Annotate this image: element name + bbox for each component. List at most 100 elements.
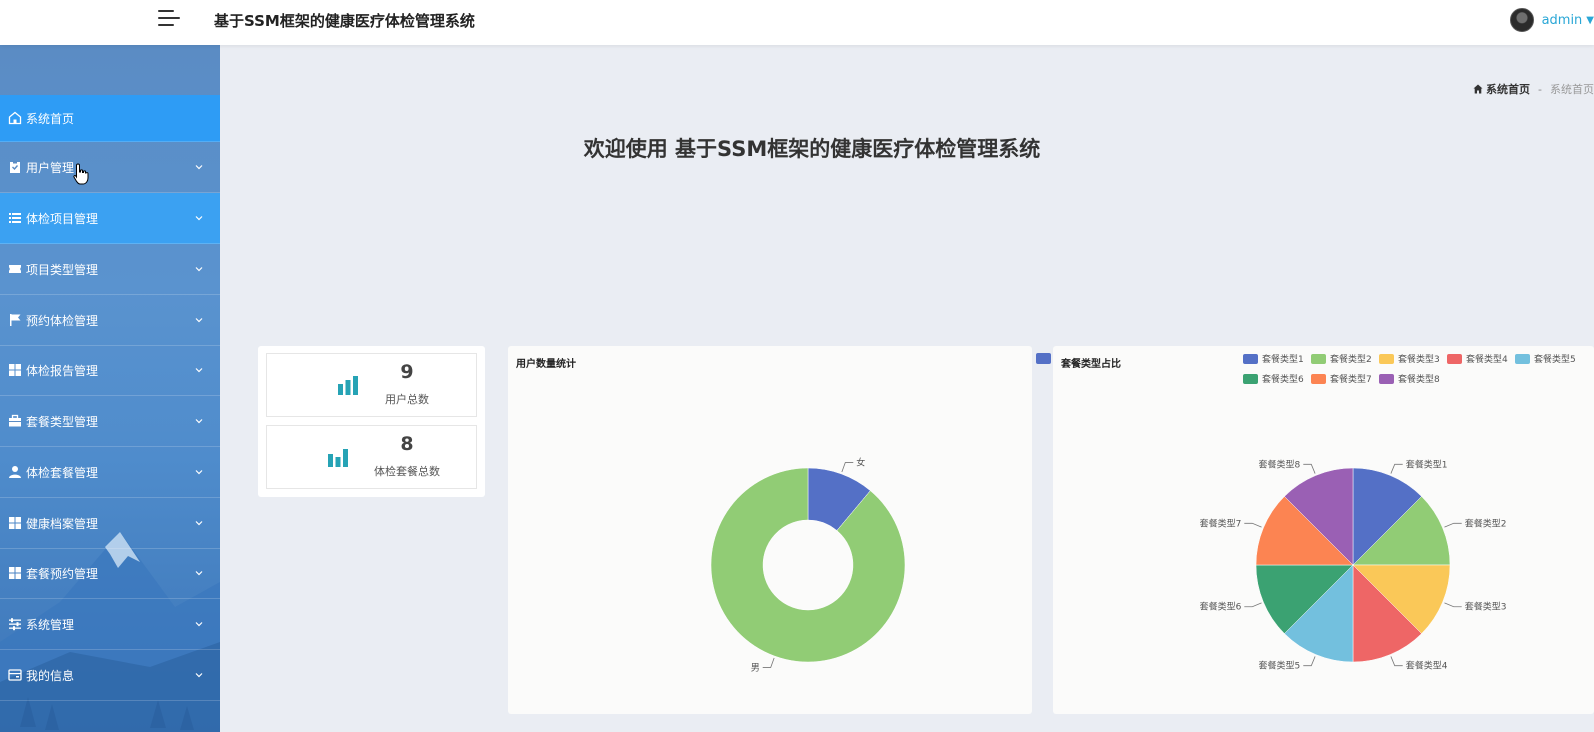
breadcrumb-current: 系统首页 <box>1550 83 1594 96</box>
user-icon <box>8 465 22 479</box>
package-type-label-line <box>1444 522 1462 528</box>
package-type-pie-chart: 套餐类型1 套餐类型2 套餐类型3 套餐类型4 套餐类型5 套餐类型6 套餐类型7 套餐类型8 <box>1200 458 1507 672</box>
sidebar-item-label: 体检报告管理 <box>26 363 99 378</box>
sidebar-item[interactable]: 健康档案管理 <box>0 498 220 549</box>
stat-label: 用户总数 <box>385 393 429 406</box>
username[interactable]: admin <box>1542 13 1583 28</box>
breadcrumb-home-label[interactable]: 系统首页 <box>1486 81 1530 97</box>
chevron-down-icon[interactable] <box>194 518 204 528</box>
grid-icon <box>8 566 22 580</box>
chevron-down-icon[interactable] <box>194 162 204 172</box>
user-count-chart-panel: 用户数量统计 女男 <box>508 346 1032 714</box>
caret-down-icon[interactable]: ▼ <box>1586 15 1594 26</box>
package-type-label-line <box>1390 463 1403 474</box>
stat-label: 体检套餐总数 <box>374 465 440 478</box>
stat-value: 8 <box>400 433 414 455</box>
package-type-slice-label: 套餐类型5 <box>1259 660 1301 672</box>
legend-swatch <box>1036 353 1051 364</box>
user-count-donut-chart: 女男 <box>710 457 906 673</box>
gender-slice[interactable] <box>710 467 906 663</box>
bar-chart-icon <box>328 449 348 467</box>
package-type-label-line <box>1390 656 1403 667</box>
sidebar-item-label: 我的信息 <box>26 668 75 683</box>
menu-toggle-button[interactable] <box>158 8 180 30</box>
package-type-slice-label: 套餐类型4 <box>1406 660 1448 672</box>
sidebar-item[interactable]: 套餐预约管理 <box>0 548 220 599</box>
gender-slice-label: 男 <box>751 662 760 673</box>
stat-card-users: 9 用户总数 <box>266 353 477 417</box>
ticket-icon <box>8 262 22 276</box>
flag-icon <box>8 313 22 327</box>
stat-card-packages: 8 体检套餐总数 <box>266 425 477 489</box>
package-type-slice-label: 套餐类型8 <box>1259 458 1301 470</box>
sidebar-item[interactable]: 用户管理 <box>0 142 220 193</box>
sidebar-item-label: 系统管理 <box>26 617 75 632</box>
sidebar-item[interactable]: 项目类型管理 <box>0 244 220 295</box>
package-type-label-line <box>1244 522 1262 528</box>
package-type-label-line <box>1244 602 1262 608</box>
sidebar-item-label: 套餐类型管理 <box>26 414 99 429</box>
hamburger-line <box>158 10 174 12</box>
user-menu[interactable]: admin ▼ <box>1509 6 1594 34</box>
chevron-down-icon[interactable] <box>194 264 204 274</box>
sidebar-item-label: 预约体检管理 <box>26 313 99 328</box>
avatar[interactable] <box>1509 8 1534 32</box>
sidebar-item[interactable]: 预约体检管理 <box>0 295 220 346</box>
chevron-down-icon[interactable] <box>194 467 204 477</box>
welcome-title: 欢迎使用 基于SSM框架的健康医疗体检管理系统 <box>583 137 1041 161</box>
gender-slice-label: 女 <box>856 457 865 469</box>
package-type-label-line <box>1303 463 1316 474</box>
hand-cursor-icon <box>73 163 89 185</box>
package-type-slice-label: 套餐类型1 <box>1406 458 1448 470</box>
chevron-down-icon[interactable] <box>194 213 204 223</box>
hamburger-line <box>158 24 174 26</box>
briefcase-icon <box>8 414 22 428</box>
sidebar-item[interactable]: 体检套餐管理 <box>0 447 220 498</box>
chevron-down-icon[interactable] <box>194 568 204 578</box>
chevron-down-icon[interactable] <box>194 365 204 375</box>
package-type-slice-label: 套餐类型7 <box>1200 517 1242 529</box>
chevron-down-icon[interactable] <box>194 416 204 426</box>
chevron-down-icon[interactable] <box>194 670 204 680</box>
chevron-down-icon[interactable] <box>194 315 204 325</box>
grid-icon <box>8 516 22 530</box>
clipboard-icon <box>8 160 22 174</box>
sidebar-item[interactable]: 我的信息 <box>0 650 220 701</box>
sidebar-item-label: 体检项目管理 <box>26 211 99 226</box>
sidebar-item[interactable]: 系统管理 <box>0 599 220 650</box>
home-icon <box>1473 84 1483 94</box>
sidebar-item-label: 健康档案管理 <box>26 516 99 531</box>
package-type-slice-label: 套餐类型2 <box>1465 517 1507 529</box>
hamburger-line <box>158 17 180 19</box>
wallet-icon <box>8 668 22 682</box>
stat-value: 9 <box>400 361 414 383</box>
sidebar-item-label: 系统首页 <box>26 111 75 126</box>
package-type-slice-label: 套餐类型6 <box>1200 601 1242 613</box>
bar-chart-icon <box>338 376 358 395</box>
gender-label-line <box>841 462 854 473</box>
app-title: 基于SSM框架的健康医疗体检管理系统 <box>214 12 475 30</box>
list-icon <box>8 211 22 225</box>
chevron-down-icon[interactable] <box>194 619 204 629</box>
package-type-chart-panel: 套餐类型占比 套餐类型1 套餐类型2 套餐类型3 套餐类型4 套餐类型5 套餐类型6 套餐类… <box>1053 346 1594 714</box>
stats-panel: 9 用户总数 8 体检套餐总数 <box>258 346 485 497</box>
sidebar-item-label: 用户管理 <box>26 160 75 175</box>
sidebar-item[interactable]: 套餐类型管理 <box>0 396 220 447</box>
top-header: 基于SSM框架的健康医疗体检管理系统 admin ▼ <box>0 0 1594 45</box>
package-type-label-line <box>1303 656 1316 667</box>
gender-label-line <box>762 657 775 668</box>
sidebar-item-label: 体检套餐管理 <box>26 465 99 480</box>
sidebar-item[interactable]: 体检项目管理 <box>0 193 220 244</box>
sidebar-item-label: 套餐预约管理 <box>26 566 99 581</box>
grid-icon <box>8 363 22 377</box>
sidebar-item[interactable]: 体检报告管理 <box>0 345 220 396</box>
breadcrumb-home[interactable]: 系统首页 <box>1473 81 1530 97</box>
package-type-label-line <box>1444 602 1462 608</box>
home-icon <box>8 111 22 125</box>
sidebar-item[interactable]: 系统首页 <box>0 95 220 142</box>
sliders-icon <box>8 617 22 631</box>
sidebar-item-label: 项目类型管理 <box>26 262 99 277</box>
breadcrumb-separator: - <box>1538 82 1542 96</box>
breadcrumb: 系统首页 - 系统首页 <box>1473 81 1594 97</box>
package-type-slice-label: 套餐类型3 <box>1465 601 1507 613</box>
